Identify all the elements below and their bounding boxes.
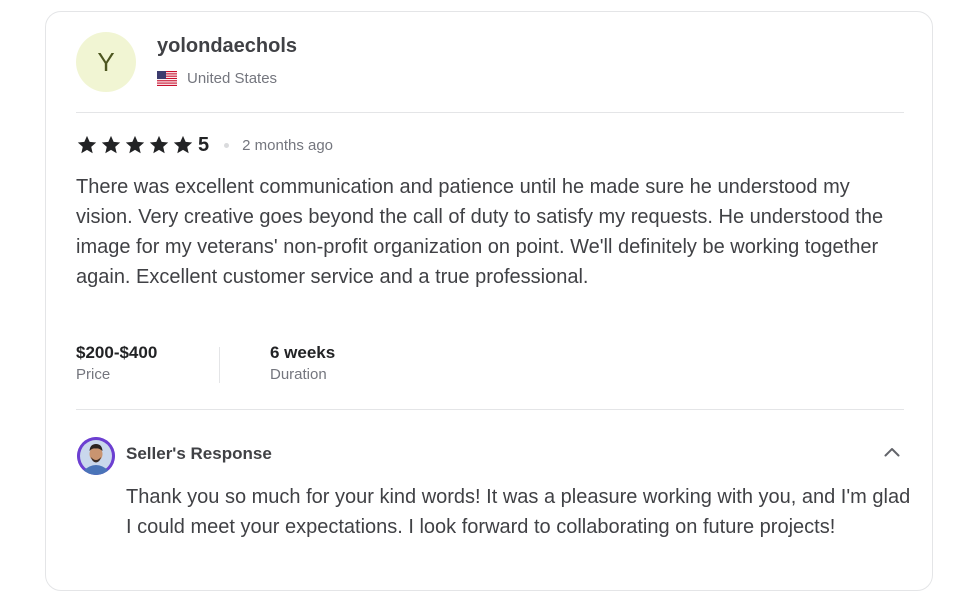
star-icon [173, 135, 193, 154]
duration-value: 6 weeks [270, 343, 336, 362]
price-info: $200-$400 Price [76, 342, 157, 383]
header-divider [76, 112, 904, 113]
review-text: There was excellent communication and pa… [76, 176, 884, 288]
star-icon [101, 135, 121, 154]
seller-photo-icon [77, 437, 115, 475]
duration-label: Duration [270, 366, 327, 383]
duration-info: 6 weeks Duration [270, 342, 335, 383]
star-icon [125, 135, 145, 154]
seller-response-text: Thank you so much for your kind words! I… [126, 486, 911, 538]
seller-response-title: Seller's Response [126, 444, 272, 463]
chevron-up-icon [884, 448, 900, 457]
separator-dot [224, 142, 230, 148]
review-time: 2 months ago [242, 136, 334, 154]
seller-avatar [77, 437, 115, 475]
star-rating [76, 134, 194, 156]
price-value: $200-$400 [76, 343, 158, 362]
star-icon [149, 135, 169, 154]
response-divider [76, 409, 904, 410]
price-label: Price [76, 366, 111, 383]
reviewer-avatar[interactable]: Y [76, 32, 136, 92]
collapse-response-button[interactable] [878, 440, 906, 464]
country-label: United States [187, 70, 278, 87]
star-icon [77, 135, 97, 154]
review-card: Y yolondaechols United States 5 2 months… [45, 11, 933, 591]
meta-divider [219, 347, 220, 383]
reviewer-country: United States [157, 70, 277, 87]
reviewer-username[interactable]: yolondaechols [157, 35, 297, 58]
avatar-initial: Y [97, 46, 115, 77]
us-flag-icon [157, 71, 177, 86]
rating-value: 5 [198, 133, 210, 156]
rating-row: 5 2 months ago [76, 132, 333, 158]
